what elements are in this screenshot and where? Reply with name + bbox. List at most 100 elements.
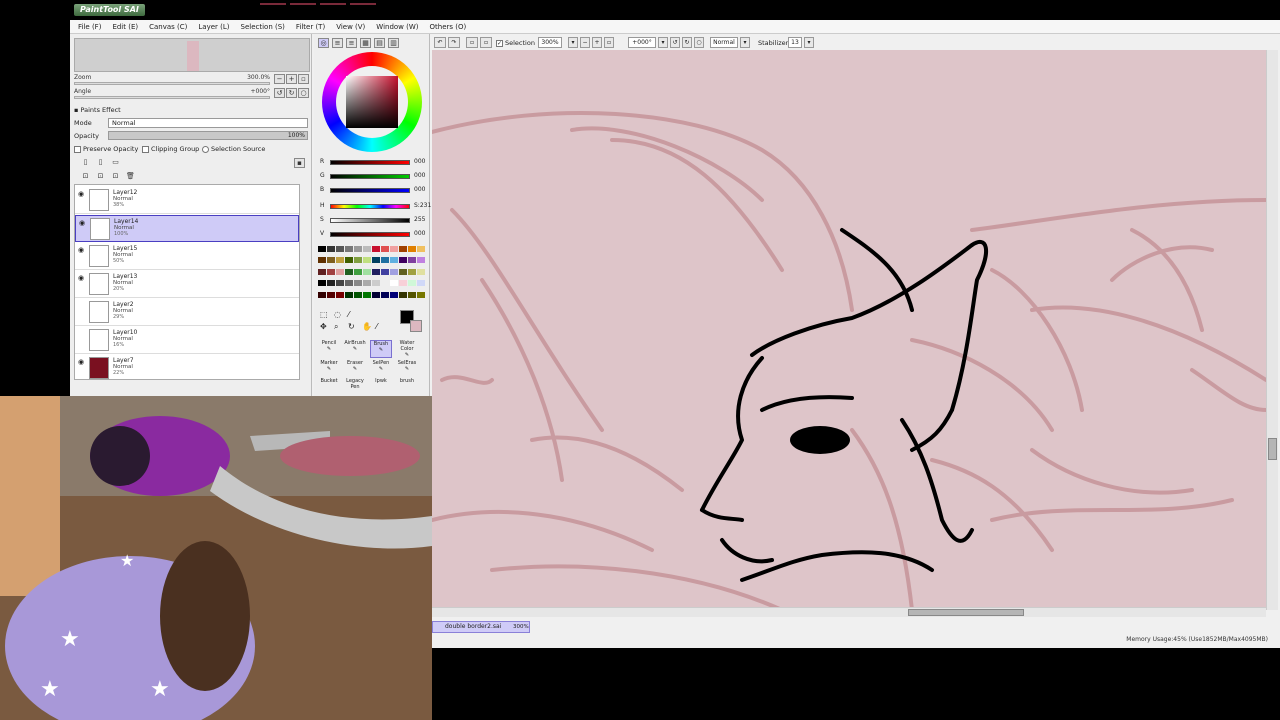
red-slider[interactable]: R 000 — [318, 158, 426, 168]
eye-icon[interactable]: ◉ — [78, 190, 86, 198]
color-swatch[interactable] — [336, 257, 344, 264]
canvas-mode-field[interactable]: Normal — [710, 37, 738, 48]
red-bar[interactable] — [330, 160, 410, 165]
color-swatch[interactable] — [372, 246, 380, 252]
color-swatch[interactable] — [399, 246, 407, 252]
color-swatch[interactable] — [381, 246, 389, 252]
saturation-slider[interactable]: S 255 — [318, 216, 426, 226]
transfer-down-icon[interactable]: ⊡ — [80, 172, 91, 182]
color-swatch[interactable] — [372, 291, 380, 298]
menu-filter[interactable]: Filter (T) — [296, 23, 325, 31]
eyedropper-icon[interactable]: ⁄ — [376, 322, 377, 331]
menu-window[interactable]: Window (W) — [376, 23, 418, 31]
canvas-mode-dropdown[interactable]: ▾ — [740, 37, 750, 48]
new-linework-layer-icon[interactable]: ▯ — [95, 158, 106, 168]
color-swatch[interactable] — [336, 268, 344, 275]
layer-row[interactable]: ◉ Layer13 Normal 20% — [75, 271, 299, 298]
color-swatch[interactable] — [381, 268, 389, 275]
marker-tool[interactable]: Marker ✎ — [318, 360, 340, 378]
redo-button[interactable]: ↷ — [448, 37, 460, 48]
selection-source-radio[interactable]: Selection Source — [202, 145, 265, 153]
color-swatch[interactable] — [390, 280, 398, 287]
color-swatch[interactable] — [417, 280, 425, 287]
color-swatch[interactable] — [336, 291, 344, 298]
clear-layer-icon[interactable]: ⊡ — [110, 172, 121, 182]
color-swatch[interactable] — [390, 268, 398, 275]
rotate-right-tb[interactable]: ↻ — [682, 37, 692, 48]
eye-icon[interactable]: ◉ — [78, 246, 86, 254]
layer-row[interactable]: Layer10 Normal 16% — [75, 327, 299, 354]
color-wheel-tab-icon[interactable]: ◎ — [318, 38, 329, 48]
color-swatch[interactable] — [372, 257, 380, 264]
rotate-reset-tb[interactable]: ○ — [694, 37, 704, 48]
eye-hidden-icon[interactable] — [78, 330, 86, 338]
scratchpad-tab-icon[interactable]: ▤ — [374, 38, 385, 48]
hsv-slider-tab-icon[interactable]: ≡ — [346, 38, 357, 48]
menu-others[interactable]: Others (O) — [430, 23, 467, 31]
color-swatch[interactable] — [345, 291, 353, 298]
color-swatch[interactable] — [399, 280, 407, 287]
color-swatch[interactable] — [390, 257, 398, 264]
seleras-tool[interactable]: SelEras ✎ — [396, 360, 418, 378]
color-swatch[interactable] — [417, 268, 425, 275]
zoom-in-button[interactable]: + — [286, 74, 297, 84]
mixer-tab-icon[interactable]: ▥ — [388, 38, 399, 48]
zoom-slider[interactable]: Zoom 300.0% — [74, 74, 270, 86]
color-swatch[interactable] — [363, 280, 371, 287]
color-swatch[interactable] — [327, 257, 335, 264]
selection-toggle[interactable]: ✓ Selection — [496, 39, 535, 47]
color-swatch[interactable] — [372, 268, 380, 275]
preserve-opacity-checkbox[interactable]: Preserve Opacity — [74, 145, 138, 153]
color-swatch[interactable] — [408, 257, 416, 264]
value-slider[interactable]: V 000 — [318, 230, 426, 240]
menu-canvas[interactable]: Canvas (C) — [149, 23, 187, 31]
color-swatch[interactable] — [417, 291, 425, 298]
color-swatch[interactable] — [399, 257, 407, 264]
merge-down-icon[interactable]: ⊡ — [95, 172, 106, 182]
blue-slider[interactable]: B 000 — [318, 186, 426, 196]
eye-hidden-icon[interactable] — [78, 302, 86, 310]
pencil-tool[interactable]: Pencil ✎ — [318, 340, 340, 358]
color-swatch[interactable] — [363, 246, 371, 252]
watercolor-tool[interactable]: Water Color ✎ — [396, 340, 418, 358]
color-swatch[interactable] — [381, 280, 389, 287]
rotate-left-tb[interactable]: ↺ — [670, 37, 680, 48]
color-swatch[interactable] — [345, 268, 353, 275]
angle-dropdown[interactable]: ▾ — [658, 37, 668, 48]
drawing-canvas[interactable] — [432, 50, 1266, 610]
green-slider[interactable]: G 000 — [318, 172, 426, 182]
color-swatch[interactable] — [336, 246, 344, 252]
layer-row[interactable]: ◉ Layer14 Normal 100% — [75, 215, 299, 242]
layer-row[interactable]: ◉ Layer12 Normal 38% — [75, 187, 299, 214]
navigator-preview[interactable] — [74, 38, 310, 72]
custom-tool[interactable]: Ipwk — [370, 378, 392, 396]
color-swatch[interactable] — [381, 291, 389, 298]
color-swatch[interactable] — [390, 291, 398, 298]
zoom-reset-button[interactable]: ▫ — [298, 74, 309, 84]
color-swatch[interactable] — [345, 246, 353, 252]
move-icon[interactable]: ✥ — [320, 322, 327, 331]
blue-bar[interactable] — [330, 188, 410, 193]
paints-effect-header[interactable]: ▪ Paints Effect — [74, 106, 121, 114]
stabilizer-dropdown[interactable]: ▾ — [804, 37, 814, 48]
color-swatch[interactable] — [408, 268, 416, 275]
hand-icon[interactable]: ✋ — [362, 322, 372, 331]
selpen-tool[interactable]: SelPen ✎ — [370, 360, 392, 378]
rgb-slider-tab-icon[interactable]: ≡ — [332, 38, 343, 48]
color-swatch[interactable] — [318, 257, 326, 264]
rotate-left-button[interactable]: ↺ — [274, 88, 285, 98]
color-swatch[interactable] — [354, 257, 362, 264]
legacy-pen-tool[interactable]: Legacy Pen — [344, 378, 366, 396]
new-folder-icon[interactable]: ▭ — [110, 158, 121, 168]
color-swatch[interactable] — [327, 280, 335, 287]
vertical-scrollbar[interactable] — [1266, 50, 1278, 610]
hue-slider[interactable]: H S:231 — [318, 202, 431, 212]
color-swatch[interactable] — [354, 291, 362, 298]
horizontal-scroll-thumb[interactable] — [908, 609, 1024, 616]
layer-row[interactable]: ◉ Layer7 Normal 22% — [75, 355, 299, 379]
color-swatch[interactable] — [408, 246, 416, 252]
color-swatch[interactable] — [408, 291, 416, 298]
color-swatch[interactable] — [354, 246, 362, 252]
eye-icon[interactable]: ◉ — [79, 219, 87, 227]
color-swatch[interactable] — [372, 280, 380, 287]
